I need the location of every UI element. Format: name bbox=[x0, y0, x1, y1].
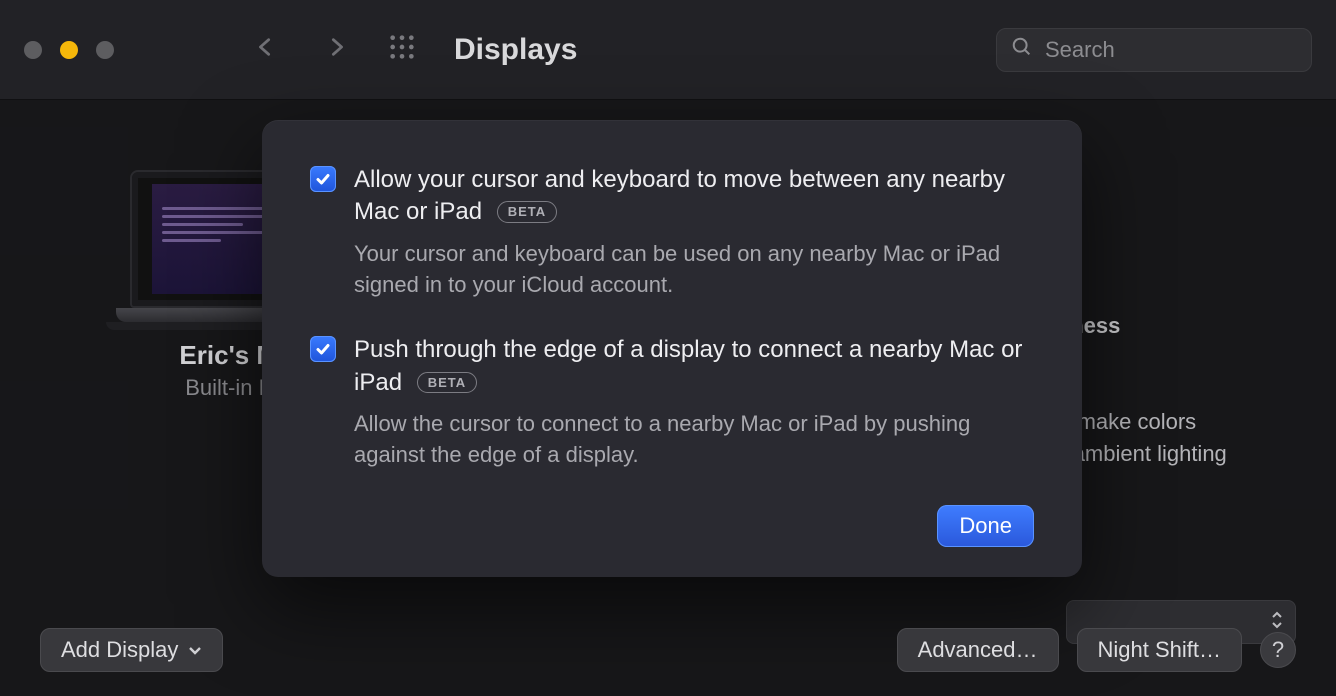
option-title: Push through the edge of a display to co… bbox=[354, 334, 1034, 399]
option-push-through-edge: Push through the edge of a display to co… bbox=[310, 334, 1034, 470]
advanced-button[interactable]: Advanced… bbox=[897, 628, 1059, 672]
nav-controls bbox=[254, 32, 348, 67]
all-prefs-icon[interactable] bbox=[388, 33, 416, 66]
checkbox-push-through-edge[interactable] bbox=[310, 336, 336, 362]
back-button[interactable] bbox=[254, 32, 276, 67]
window-controls bbox=[24, 41, 114, 59]
beta-badge: BETA bbox=[417, 372, 477, 394]
done-button[interactable]: Done bbox=[937, 505, 1034, 547]
footer: Add Display Advanced… Night Shift… ? bbox=[0, 628, 1336, 672]
search-placeholder: Search bbox=[1045, 37, 1115, 63]
search-icon bbox=[1011, 36, 1033, 64]
night-shift-button[interactable]: Night Shift… bbox=[1077, 628, 1243, 672]
option-description: Your cursor and keyboard can be used on … bbox=[354, 239, 1034, 301]
add-display-label: Add Display bbox=[61, 637, 178, 663]
chevron-down-icon bbox=[188, 637, 202, 663]
option-description: Allow the cursor to connect to a nearby … bbox=[354, 409, 1034, 471]
add-display-button[interactable]: Add Display bbox=[40, 628, 223, 672]
beta-badge: BETA bbox=[497, 201, 557, 223]
window-minimize[interactable] bbox=[60, 41, 78, 59]
advanced-sheet: Allow your cursor and keyboard to move b… bbox=[262, 120, 1082, 577]
forward-button[interactable] bbox=[326, 32, 348, 67]
option-title: Allow your cursor and keyboard to move b… bbox=[354, 164, 1034, 229]
checkbox-universal-control[interactable] bbox=[310, 166, 336, 192]
toolbar: Displays Search bbox=[0, 0, 1336, 100]
help-button[interactable]: ? bbox=[1260, 632, 1296, 668]
option-universal-control: Allow your cursor and keyboard to move b… bbox=[310, 164, 1034, 300]
window-title: Displays bbox=[454, 33, 996, 67]
window-close[interactable] bbox=[24, 41, 42, 59]
window-zoom[interactable] bbox=[96, 41, 114, 59]
search-field[interactable]: Search bbox=[996, 28, 1312, 72]
